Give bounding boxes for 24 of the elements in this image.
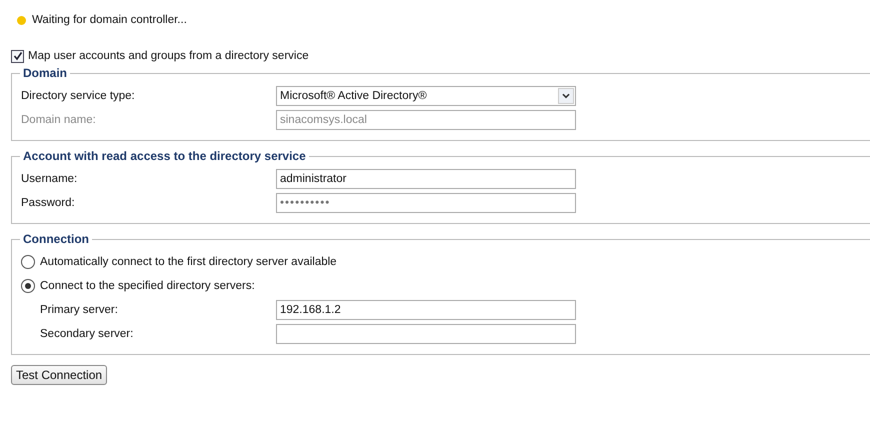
input-field[interactable]: administrator [276, 169, 576, 189]
radio-button[interactable] [21, 255, 35, 269]
group-title: Domain [22, 66, 68, 80]
test-connection-button[interactable]: Test Connection [11, 365, 108, 385]
group-title: Account with read access to the directory service [22, 149, 307, 163]
password-field[interactable]: •••••••••• [276, 193, 576, 213]
field-label: Directory service type: [21, 90, 136, 102]
field-label: Secondary server: [40, 328, 134, 340]
radio-button[interactable] [21, 279, 35, 293]
checkbox-label: Map user accounts and groups from a directory service [28, 50, 309, 62]
checkbox[interactable] [11, 50, 24, 62]
field-label: Domain name: [21, 114, 97, 126]
input-field[interactable] [276, 324, 576, 344]
radio-label: Automatically connect to the first directory server available [40, 256, 337, 268]
field-label: Primary server: [40, 304, 119, 316]
caret-icon [558, 88, 574, 104]
field-label: Password: [21, 197, 76, 209]
group-title: Connection [22, 232, 90, 246]
field-label: Username: [21, 173, 78, 185]
radio-label: Connect to the specified directory servers: [40, 280, 255, 292]
status-text: Waiting for domain controller... [32, 14, 187, 26]
input-field[interactable]: 192.168.1.2 [276, 300, 576, 320]
status-dot-icon [17, 16, 26, 24]
directory-type-dropdown[interactable]: Microsoft® Active Directory® [276, 86, 576, 106]
